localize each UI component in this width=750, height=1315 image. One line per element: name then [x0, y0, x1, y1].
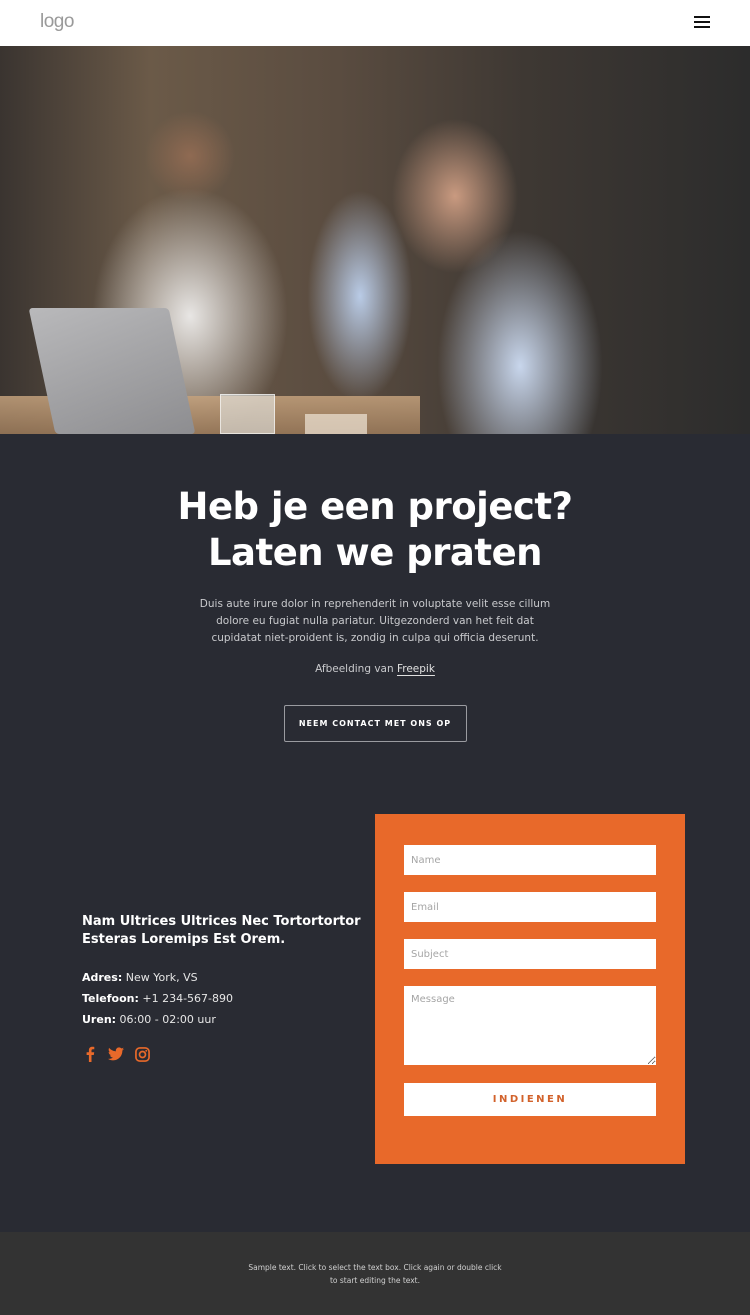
cta-section: Heb je een project? Laten we praten Duis…: [0, 434, 750, 814]
freepik-link[interactable]: Freepik: [397, 663, 435, 675]
menu-bar: [694, 16, 710, 18]
contact-details: Adres: New York, VS Telefoon: +1 234-567…: [82, 967, 362, 1030]
address-row: Adres: New York, VS: [82, 967, 362, 988]
credit-prefix: Afbeelding van: [315, 663, 397, 675]
name-input[interactable]: [404, 845, 656, 875]
contact-us-button[interactable]: NEEM CONTACT MET ONS OP: [283, 705, 467, 742]
cta-title-line1: Heb je een project?: [177, 485, 573, 528]
hours-row: Uren: 06:00 - 02:00 uur: [82, 1009, 362, 1030]
instagram-icon[interactable]: [134, 1046, 150, 1062]
twitter-icon[interactable]: [108, 1046, 124, 1062]
phone-value: +1 234-567-890: [138, 992, 234, 1005]
hours-value: 06:00 - 02:00 uur: [116, 1013, 216, 1026]
phone-label: Telefoon:: [82, 992, 139, 1005]
facebook-icon[interactable]: [82, 1046, 98, 1062]
address-label: Adres:: [82, 971, 123, 984]
cta-description: Duis aute irure dolor in reprehenderit i…: [199, 598, 551, 644]
social-links: [82, 1046, 362, 1062]
contact-info: Nam Ultrices Ultrices Nec Tortortortor E…: [82, 913, 362, 1062]
site-header: logo: [0, 0, 750, 46]
contact-form: INDIENEN: [375, 814, 685, 1164]
submit-button[interactable]: INDIENEN: [404, 1083, 656, 1116]
phone-row: Telefoon: +1 234-567-890: [82, 988, 362, 1009]
contact-heading: Nam Ultrices Ultrices Nec Tortortortor E…: [82, 914, 361, 947]
email-input[interactable]: [404, 892, 656, 922]
footer-text: Sample text. Click to select the text bo…: [248, 1263, 502, 1285]
hamburger-menu-icon[interactable]: [694, 16, 710, 30]
hero-image: [0, 46, 750, 434]
hours-label: Uren:: [82, 1013, 117, 1026]
subject-input[interactable]: [404, 939, 656, 969]
site-footer: Sample text. Click to select the text bo…: [0, 1232, 750, 1315]
hero-glass: [220, 394, 275, 434]
logo[interactable]: logo: [40, 11, 74, 33]
cta-title-line2: Laten we praten: [207, 531, 543, 574]
cta-title: Heb je een project? Laten we praten: [0, 484, 750, 576]
menu-bar: [694, 26, 710, 28]
hero-laptop: [28, 308, 196, 434]
image-credit: Afbeelding van Freepik: [0, 663, 750, 675]
address-value: New York, VS: [122, 971, 198, 984]
menu-bar: [694, 21, 710, 23]
message-textarea[interactable]: [404, 986, 656, 1065]
hero-glass: [305, 414, 367, 434]
contact-section: Nam Ultrices Ultrices Nec Tortortortor E…: [0, 814, 750, 1199]
